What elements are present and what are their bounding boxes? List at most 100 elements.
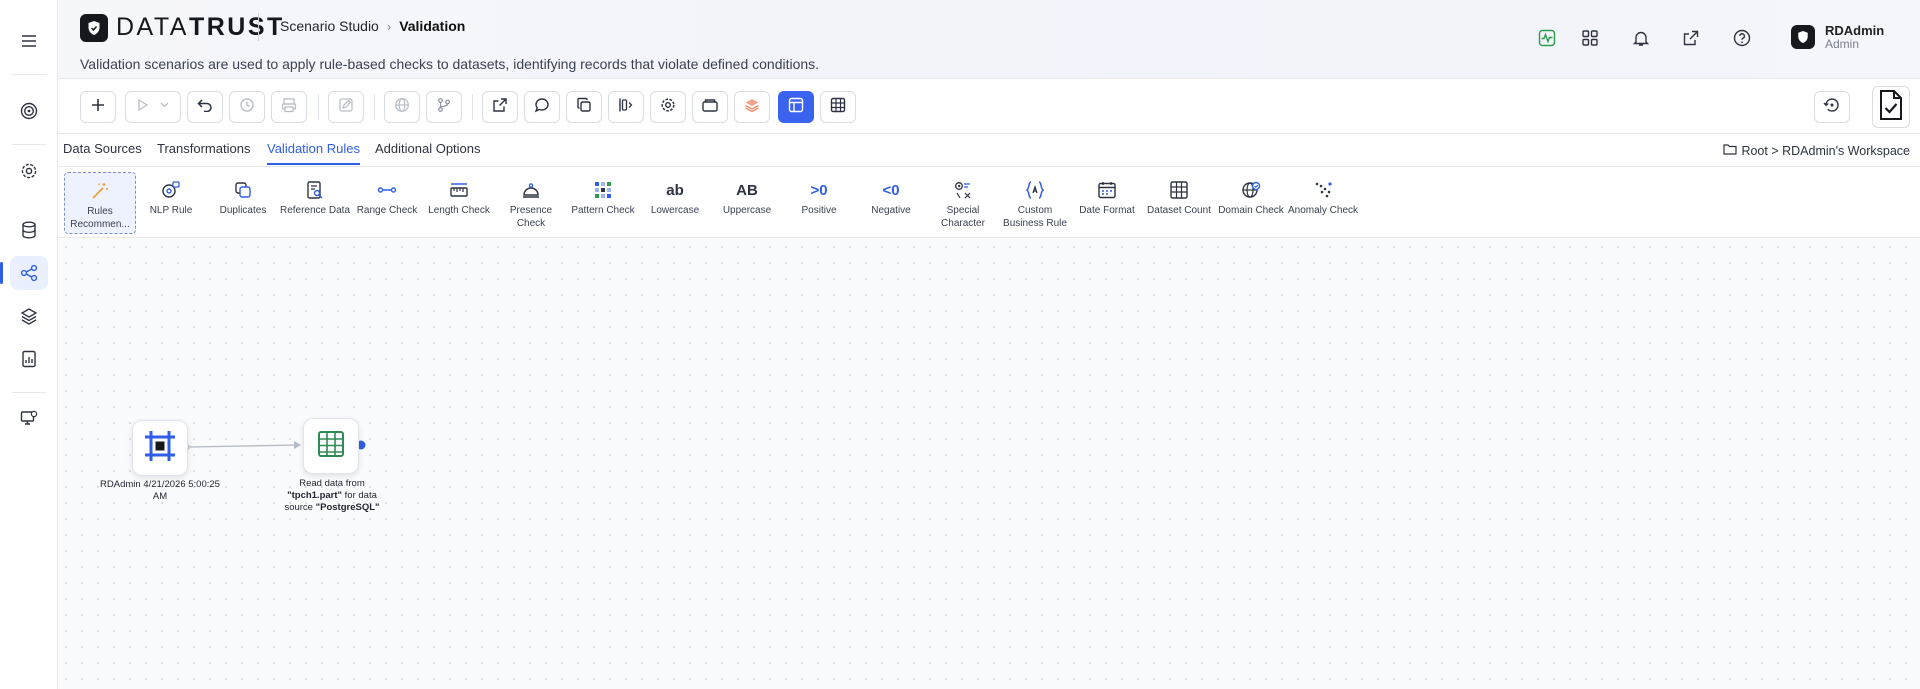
rule-label: Lowercase	[650, 205, 700, 216]
breadcrumb-current: Validation	[399, 18, 466, 34]
range-icon	[351, 178, 423, 202]
less-than-zero-icon: <0	[882, 181, 900, 199]
branch-button[interactable]	[426, 91, 462, 123]
rule-uppercase[interactable]: AB Uppercase	[711, 172, 783, 234]
rule-label: Anomaly Check	[1287, 205, 1359, 216]
scenario-toolbar	[58, 80, 1920, 134]
undo-button[interactable]	[187, 91, 223, 123]
validate-document-button[interactable]	[1872, 86, 1910, 128]
align-button[interactable]	[608, 91, 644, 123]
rule-custom-business-rule[interactable]: Custom Business Rule	[999, 172, 1071, 234]
reference-doc-icon	[279, 178, 351, 202]
user-name: RDAdmin	[1825, 23, 1885, 38]
user-menu[interactable]: RDAdmin Admin	[1791, 24, 1884, 50]
rule-special-character[interactable]: Special Character	[927, 172, 999, 234]
rule-anomaly-check[interactable]: Anomaly Check	[1287, 172, 1359, 234]
rule-domain-check[interactable]: Domain Check	[1215, 172, 1287, 234]
rule-label: Special Character	[941, 205, 985, 229]
rule-length-check[interactable]: Length Check	[423, 172, 495, 234]
run-button[interactable]	[125, 91, 181, 123]
edit-icon	[338, 97, 354, 118]
globe-check-icon	[1215, 178, 1287, 202]
globe-button[interactable]	[384, 91, 420, 123]
printer-icon	[281, 97, 297, 118]
canvas-view-button[interactable]	[778, 91, 814, 123]
scenario-canvas[interactable]: RDAdmin 4/21/2026 5:00:25 AM Read data f…	[58, 239, 1920, 689]
copy-button[interactable]	[566, 91, 602, 123]
app-root: DATATRUST Scenario Studio › Validation V…	[0, 0, 1920, 689]
toolbar-divider	[472, 94, 473, 120]
rules-palette: Rules Recommen... NLP Rule Duplicates Re…	[58, 168, 1920, 238]
rule-negative[interactable]: <0 Negative	[855, 172, 927, 234]
breadcrumb-parent[interactable]: Scenario Studio	[280, 18, 379, 34]
tab-transformations[interactable]: Transformations	[157, 141, 250, 163]
layers-icon[interactable]	[10, 299, 48, 333]
config-button[interactable]	[650, 91, 686, 123]
add-button[interactable]	[80, 91, 116, 123]
rule-rules-recommendation[interactable]: Rules Recommen...	[64, 172, 136, 234]
rule-label: Reference Data	[279, 205, 351, 216]
comment-button[interactable]	[524, 91, 560, 123]
history-button[interactable]	[229, 91, 265, 123]
help-icon[interactable]	[1725, 21, 1759, 55]
folder-icon	[1723, 143, 1738, 158]
page-header: DATATRUST Scenario Studio › Validation V…	[58, 0, 1920, 79]
dataset-button[interactable]	[692, 91, 728, 123]
document-check-icon	[1878, 89, 1904, 126]
rule-positive[interactable]: >0 Positive	[783, 172, 855, 234]
export-button[interactable]	[482, 91, 518, 123]
tab-data-sources[interactable]: Data Sources	[63, 141, 142, 163]
duplicate-icon	[207, 178, 279, 202]
activity-icon[interactable]	[1530, 21, 1564, 55]
header-divider	[258, 13, 259, 41]
scenario-flow-icon[interactable]	[0, 256, 48, 290]
table-view-button[interactable]	[820, 91, 856, 123]
apps-grid-icon[interactable]	[1573, 21, 1607, 55]
rule-label: Domain Check	[1218, 205, 1284, 216]
table-source-icon	[316, 429, 346, 464]
data-source-node[interactable]	[303, 418, 359, 474]
history-restore-icon	[1823, 97, 1841, 118]
braces-icon	[999, 178, 1071, 202]
external-link-icon[interactable]	[1674, 21, 1708, 55]
tray-icon	[701, 97, 719, 118]
rule-range-check[interactable]: Range Check	[351, 172, 423, 234]
rule-presence-check[interactable]: Presence Check	[495, 172, 567, 234]
start-node[interactable]	[132, 420, 188, 476]
rule-reference-data[interactable]: Reference Data	[279, 172, 351, 234]
rule-label: Rules Recommen...	[70, 206, 130, 230]
ruler-icon	[423, 178, 495, 202]
report-icon[interactable]	[10, 342, 48, 376]
history-icon	[239, 97, 255, 118]
rule-duplicates[interactable]: Duplicates	[207, 172, 279, 234]
rule-label: Duplicates	[219, 205, 267, 216]
rule-lowercase[interactable]: ab Lowercase	[639, 172, 711, 234]
rule-date-format[interactable]: Date Format	[1071, 172, 1143, 234]
tab-validation-rules[interactable]: Validation Rules	[267, 141, 360, 165]
start-node-caption: RDAdmin 4/21/2026 5:00:25 AM	[100, 479, 220, 502]
connector-edge	[187, 444, 301, 448]
monitor-settings-icon[interactable]	[10, 401, 48, 435]
restore-button[interactable]	[1814, 91, 1850, 123]
page-subtitle: Validation scenarios are used to apply r…	[80, 56, 820, 72]
edit-button[interactable]	[328, 91, 364, 123]
notification-bell-icon[interactable]	[1624, 21, 1658, 55]
workspace-path[interactable]: Root > RDAdmin's Workspace	[1723, 143, 1910, 158]
rule-label: Range Check	[356, 205, 418, 216]
export-icon	[492, 97, 508, 118]
rule-label: Custom Business Rule	[1003, 205, 1067, 229]
database-icon[interactable]	[10, 213, 48, 247]
rule-pattern-check[interactable]: Pattern Check	[567, 172, 639, 234]
rule-nlp[interactable]: NLP Rule	[135, 172, 207, 234]
bell-presence-icon	[495, 178, 567, 202]
target-icon[interactable]	[10, 94, 48, 128]
rule-label: Positive	[801, 205, 837, 216]
menu-icon[interactable]	[10, 24, 48, 58]
printer-button[interactable]	[271, 91, 307, 123]
rule-label: Uppercase	[722, 205, 772, 216]
tab-additional-options[interactable]: Additional Options	[375, 141, 481, 163]
settings-gear-icon[interactable]	[10, 154, 48, 188]
table-count-icon	[1143, 178, 1215, 202]
layers-button[interactable]	[734, 91, 770, 123]
rule-dataset-count[interactable]: Dataset Count	[1143, 172, 1215, 234]
